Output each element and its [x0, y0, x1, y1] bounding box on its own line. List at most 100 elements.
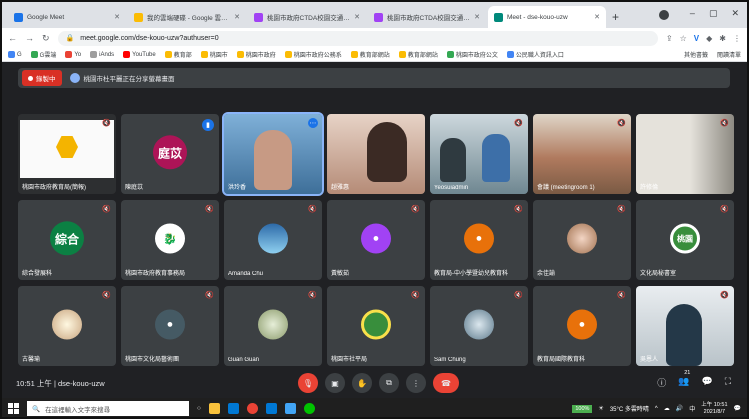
participant-tile[interactable]: ● 🔇 教育局-中小學暨幼兒教育科 [430, 200, 528, 280]
call-controls: 🎙 ▣ ✋ ⧉ ⋮ ☎ [298, 373, 459, 393]
volume-icon[interactable]: 🔊 [676, 405, 683, 412]
browser-tab[interactable]: 我的雲端硬碟 - Google 雲端硬碟 ✕ [128, 6, 246, 28]
participant-tile[interactable]: 庭苡 ▮ 陳庭苡 [121, 114, 219, 194]
participant-name: Sam Chung [434, 357, 466, 363]
browser-tab[interactable]: 桃園市政府CTDA校園交通安全 ✕ [248, 6, 366, 28]
participant-tile[interactable]: ● 🔇 教育局國際教育科 [533, 286, 631, 366]
participant-tile[interactable]: ● 🔇 黃敏茹 [327, 200, 425, 280]
line-icon[interactable] [303, 403, 315, 414]
participant-tile[interactable]: 桃園 🔇 文化局秘書室 [636, 200, 734, 280]
bookmark-item[interactable]: 桃園市政府公務系 [284, 50, 342, 59]
bookmark-item[interactable]: 教育部 [164, 50, 192, 59]
network-icon[interactable]: ☁ [664, 405, 670, 412]
bookmark-item[interactable]: YouTube [123, 51, 156, 58]
taskbar-search[interactable]: 🔍 在這裡輸入文字來搜尋 [27, 401, 189, 416]
participant-tile[interactable]: 🔇 Sam Chung [430, 286, 528, 366]
bookmark-item[interactable]: 公民職人資訊入口 [506, 50, 564, 59]
bookmark-item[interactable]: G雲端 [30, 50, 56, 59]
bookmark-item[interactable]: 教育部網站 [398, 50, 438, 59]
profile-icon[interactable] [659, 10, 669, 20]
show-hidden-icons[interactable]: ^ [655, 406, 658, 412]
record-dot-icon [28, 75, 33, 81]
browser-tab-active[interactable]: Meet - dse-kouo-uzw ✕ [488, 6, 606, 28]
bookmark-item[interactable]: G [8, 51, 22, 58]
browser-tab[interactable]: 桃園市政府CTDA校園交通安全 ✕ [368, 6, 486, 28]
more-options-icon[interactable]: ⋯ [308, 118, 318, 128]
participant-tile[interactable]: 🔇 古馨瑜 [18, 286, 116, 366]
camera-toggle-button[interactable]: ▣ [325, 373, 345, 393]
ime-indicator[interactable]: 中 [689, 404, 695, 413]
participant-tile[interactable]: 🔇 余佳諭 [533, 200, 631, 280]
other-bookmarks[interactable]: 其他書籤 [684, 50, 708, 59]
participant-tile[interactable]: 🔇 Guan Guan [224, 286, 322, 366]
bookmark-item[interactable]: 教育部網站 [350, 50, 390, 59]
extension-v-icon[interactable]: V [694, 34, 699, 43]
tab-close-icon[interactable]: ✕ [234, 13, 240, 21]
tab-title: Google Meet [27, 13, 65, 21]
present-screen-button[interactable]: ⧉ [379, 373, 399, 393]
people-button[interactable]: 👥 21 [678, 370, 690, 389]
browser-tab[interactable]: Google Meet ✕ [8, 6, 126, 28]
participant-tile[interactable]: 🔇 Amanda Chu [224, 200, 322, 280]
close-window-button[interactable]: ✕ [731, 8, 739, 19]
participant-tile[interactable]: 🐉 🔇 桃園市政府教育事務局 [121, 200, 219, 280]
participant-tile[interactable]: 🔇 許修倫 [636, 114, 734, 194]
bookmark-item[interactable]: 桃園市政府公文 [446, 50, 498, 59]
menu-kebab-icon[interactable]: ⋮ [733, 34, 741, 43]
weather-text[interactable]: 35°C 多雲時晴 [610, 404, 649, 413]
taskbar-clock[interactable]: 上午 10:51 2021/8/7 [701, 402, 727, 416]
tab-close-icon[interactable]: ✕ [594, 13, 600, 21]
more-options-button[interactable]: ⋮ [406, 373, 426, 393]
participant-tile[interactable]: 🔇 會議 (meetingroom 1) [533, 114, 631, 194]
participant-tile[interactable]: 🔇 桃園市社平局 [327, 286, 425, 366]
activities-icon[interactable]: ⛶ [725, 376, 731, 389]
participant-tile[interactable]: 趙雅惠 [327, 114, 425, 194]
chat-icon[interactable]: 💬 [701, 376, 712, 389]
reload-icon[interactable]: ↻ [42, 33, 50, 44]
bookmark-item[interactable]: 桃園市政府 [236, 50, 276, 59]
address-bar[interactable]: 🔒 meet.google.com/dse-kouo-uzw?authuser=… [57, 30, 658, 46]
participant-tile[interactable]: ● 🔇 桃園市文化局藝術團 [121, 286, 219, 366]
participant-tile-speaking[interactable]: ⋯ 洪玲香 [222, 112, 324, 196]
bookmark-item[interactable]: iAnds [90, 51, 114, 58]
chrome-icon[interactable] [246, 403, 258, 414]
raise-hand-button[interactable]: ✋ [352, 373, 372, 393]
forward-icon[interactable]: → [25, 33, 34, 43]
tab-close-icon[interactable]: ✕ [474, 13, 480, 21]
leave-call-button[interactable]: ☎ [433, 373, 459, 393]
tab-close-icon[interactable]: ✕ [354, 13, 360, 21]
mail-icon[interactable] [265, 403, 277, 414]
file-explorer-icon[interactable] [208, 403, 220, 414]
bookmark-item[interactable]: Yo [65, 51, 81, 58]
recording-indicator[interactable]: 錄製中 [22, 70, 62, 86]
reading-list[interactable]: 閱讀清單 [717, 50, 741, 59]
bookmark-favicon-icon [30, 51, 38, 58]
back-icon[interactable]: ← [8, 33, 17, 43]
extension-icon[interactable]: ◆ [706, 34, 712, 43]
puzzle-icon[interactable]: ✱ [719, 34, 726, 43]
person-figure [666, 304, 702, 366]
participant-tile[interactable]: 🔇 吳恩人 [636, 286, 734, 366]
participant-tile[interactable]: 🔇 Yeosuiadmin [430, 114, 528, 194]
bookmark-favicon-icon [446, 51, 454, 58]
battery-indicator[interactable]: 100% [572, 404, 593, 413]
share-icon[interactable]: ⇪ [666, 34, 673, 43]
participant-tile[interactable]: 🔇 桃園市政府教育局(簡報) [18, 114, 116, 194]
maximize-button[interactable]: ▢ [709, 8, 718, 19]
minimize-button[interactable]: – [690, 8, 695, 19]
participant-tile[interactable]: 綜合 🔇 綜合發展科 [18, 200, 116, 280]
windows-start-icon[interactable] [8, 403, 19, 414]
meeting-details-icon[interactable]: ⓘ [657, 376, 666, 389]
task-view-icon[interactable]: ○ [197, 405, 201, 412]
notification-icon[interactable]: 💬 [734, 405, 741, 412]
participant-name: Amanda Chu [228, 271, 264, 277]
bookmark-star-icon[interactable]: ☆ [680, 34, 687, 43]
bookmark-item[interactable]: 桃園市 [200, 50, 228, 59]
mic-off-icon: 🔇 [720, 206, 729, 213]
app-icon[interactable] [284, 403, 296, 414]
new-tab-button[interactable]: + [612, 10, 619, 24]
mic-toggle-button[interactable]: 🎙 [298, 373, 318, 393]
participant-name: Yeosuiadmin [434, 185, 469, 191]
store-icon[interactable] [227, 403, 239, 414]
tab-close-icon[interactable]: ✕ [114, 13, 120, 21]
